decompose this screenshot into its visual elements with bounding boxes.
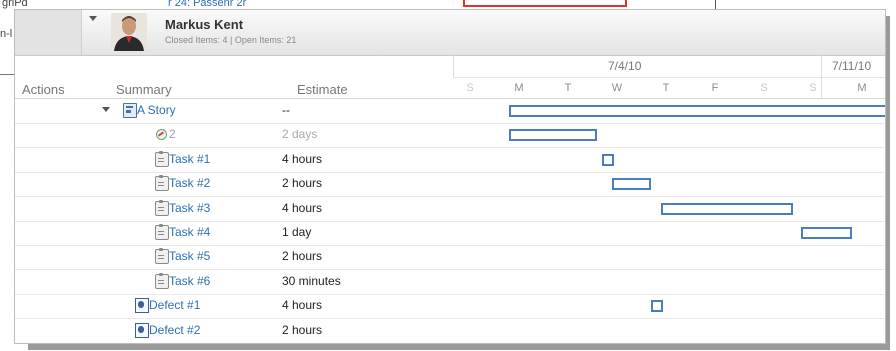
- gantt-bar[interactable]: [509, 129, 598, 142]
- story-icon: [123, 103, 137, 118]
- estimate-value[interactable]: 1 day: [282, 225, 311, 239]
- task-icon: [155, 150, 169, 167]
- estimate-value[interactable]: 4 hours: [282, 201, 322, 215]
- gantt-day-label: T: [662, 82, 670, 94]
- table-row[interactable]: Defect #2 2 hours: [15, 319, 885, 343]
- work-item-link[interactable]: Defect #2: [149, 323, 200, 337]
- work-item-link[interactable]: Task #1: [169, 152, 210, 166]
- collapse-group-icon[interactable]: [89, 16, 97, 21]
- defect-icon: [135, 322, 149, 338]
- estimate-value[interactable]: 2 hours: [282, 176, 322, 190]
- work-item-link[interactable]: Defect #1: [149, 298, 200, 312]
- gantt-day-label: M: [514, 82, 524, 94]
- gantt-bar[interactable]: [509, 105, 885, 117]
- table-row[interactable]: Task #6 30 minutes: [15, 270, 885, 295]
- background-link[interactable]: r 24: Passenr 2r: [168, 0, 246, 9]
- task-icon: [155, 199, 169, 216]
- estimate-value[interactable]: 2 days: [282, 127, 317, 141]
- work-item-link[interactable]: Task #4: [169, 225, 210, 239]
- work-item-link[interactable]: 2: [169, 127, 176, 141]
- backlog-gantt-popup: Markus Kent Closed Items: 4 | Open Items…: [14, 9, 886, 344]
- estimate-value[interactable]: 4 hours: [282, 152, 322, 166]
- work-item-link[interactable]: Task #6: [169, 274, 210, 288]
- gantt-day-label: F: [711, 82, 719, 94]
- work-item-link[interactable]: Task #3: [169, 201, 210, 215]
- estimate-value[interactable]: 2 hours: [282, 249, 322, 263]
- gantt-day-label: S: [760, 82, 768, 94]
- work-item-link[interactable]: Task #2: [169, 176, 210, 190]
- estimate-value[interactable]: 2 hours: [282, 323, 322, 337]
- owner-group-header: Markus Kent Closed Items: 4 | Open Items…: [15, 10, 885, 56]
- expand-story-icon[interactable]: [102, 107, 110, 112]
- gantt-bar[interactable]: [800, 227, 852, 239]
- column-header-summary[interactable]: Summary: [116, 82, 172, 97]
- background-left-text: n-l: [0, 28, 13, 40]
- gantt-day-label: T: [564, 82, 572, 94]
- gantt-day-label: S: [466, 82, 474, 94]
- work-item-link[interactable]: Task #5: [169, 249, 210, 263]
- task-icon: [155, 175, 169, 192]
- table-row[interactable]: Task #5 2 hours: [15, 245, 885, 271]
- estimate-value[interactable]: 4 hours: [282, 298, 322, 312]
- owner-gutter: [15, 10, 82, 55]
- column-header-actions: Actions: [22, 82, 65, 97]
- task-icon: [155, 224, 169, 240]
- table-row[interactable]: Task #4 1 day: [15, 221, 885, 246]
- background-left-line: [0, 74, 14, 75]
- owner-name[interactable]: Markus Kent: [165, 17, 243, 32]
- table-row[interactable]: Defect #1 4 hours: [15, 294, 885, 320]
- gantt-day-label: M: [857, 82, 867, 94]
- estimate-value[interactable]: 30 minutes: [282, 274, 341, 288]
- table-row[interactable]: 2 2 days: [15, 123, 885, 149]
- gantt-day-label: S: [809, 82, 817, 94]
- gantt-day-label: W: [611, 82, 623, 94]
- table-row[interactable]: Task #2 2 hours: [15, 172, 885, 198]
- task-icon: [155, 272, 169, 289]
- background-highlight-box: [463, 0, 627, 7]
- defect-icon: [135, 298, 149, 314]
- gantt-week-label: 7/11/10: [832, 59, 872, 73]
- subtask-icon: [155, 127, 167, 141]
- gantt-bar[interactable]: [602, 153, 615, 166]
- gantt-bar[interactable]: [611, 178, 652, 191]
- gantt-week-label: 7/4/10: [608, 59, 642, 73]
- table-row[interactable]: Task #1 4 hours: [15, 148, 885, 173]
- avatar: [111, 13, 147, 51]
- estimate-value[interactable]: --: [282, 103, 290, 117]
- gantt-bar[interactable]: [660, 202, 794, 215]
- work-item-link[interactable]: A Story: [137, 103, 176, 117]
- column-header-estimate[interactable]: Estimate: [297, 82, 348, 97]
- gantt-bar[interactable]: [651, 300, 664, 313]
- background-text: grlPd: [2, 0, 28, 9]
- background-left-edge: n-l: [0, 12, 14, 76]
- task-icon: [155, 248, 169, 265]
- owner-items-summary: Closed Items: 4 | Open Items: 21: [165, 35, 297, 45]
- column-header-row: Actions Summary Estimate 7/4/10 7/11/10 …: [15, 55, 885, 99]
